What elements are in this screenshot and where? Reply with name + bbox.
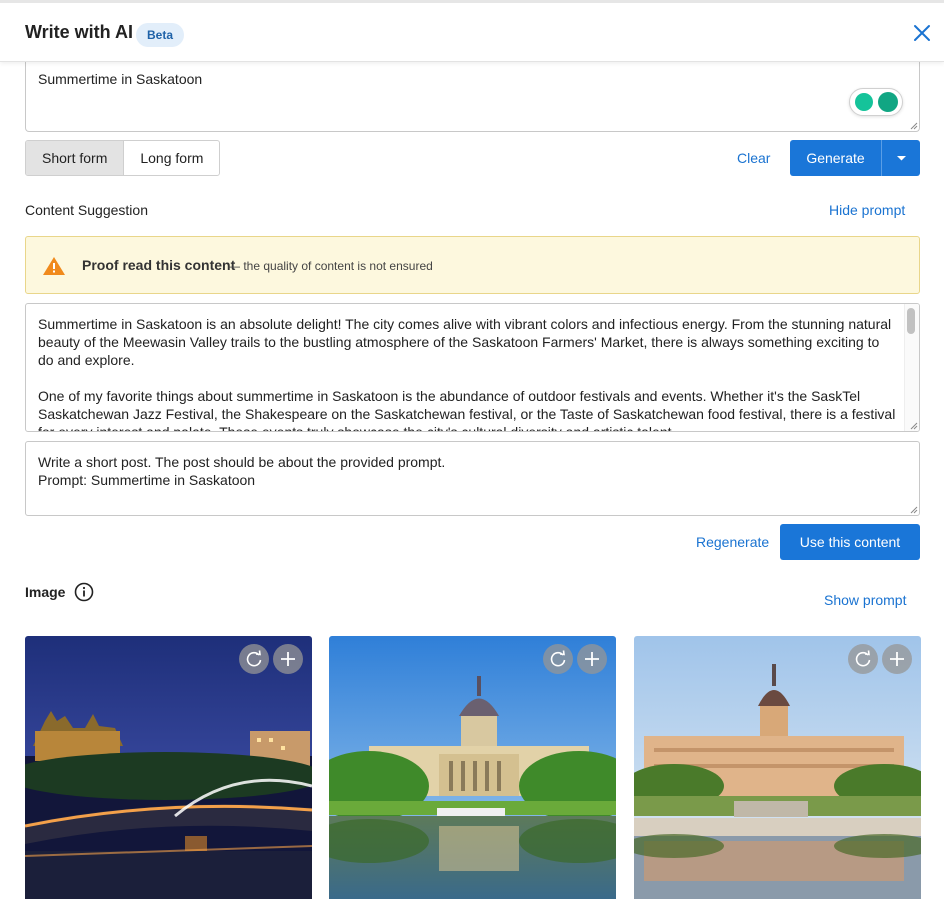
suggestion-text: Summertime in Saskatoon is an absolute d… [38,316,896,432]
close-icon[interactable] [912,23,932,43]
dialog-title: Write with AI [25,22,133,42]
refresh-icon[interactable] [848,644,878,674]
image-heading: Image [25,584,66,600]
hide-prompt-link[interactable]: Hide prompt [829,202,905,218]
clear-button[interactable]: Clear [737,150,770,166]
content-suggestion-textarea[interactable]: Summertime in Saskatoon is an absolute d… [25,303,920,432]
topic-input[interactable]: Summertime in Saskatoon [25,62,920,132]
resize-handle-icon[interactable] [910,506,918,514]
dialog-header: Write with AI Beta [0,0,944,62]
short-form-option[interactable]: Short form [26,141,125,175]
plus-icon[interactable] [273,644,303,674]
generate-button[interactable]: Generate [790,140,882,176]
image-thumbnail-night-bridge[interactable] [25,636,312,899]
regenerate-button[interactable]: Regenerate [696,534,769,550]
alert-message: — the quality of content is not ensured [228,259,433,273]
content-suggestion-heading: Content Suggestion [25,202,148,218]
alert-title: Proof read this content [82,257,236,273]
grammarly-icon[interactable] [849,88,903,116]
beta-badge: Beta [136,23,185,47]
scrollbar[interactable] [904,304,919,431]
resize-handle-icon[interactable] [910,422,918,430]
form-length-toggle: Short form Long form [25,140,221,176]
info-icon[interactable] [74,582,94,602]
refresh-icon[interactable] [239,644,269,674]
use-this-content-button[interactable]: Use this content [780,524,920,560]
resize-handle-icon[interactable] [910,122,918,130]
proofread-alert: Proof read this content — the quality of… [25,236,920,294]
show-prompt-link[interactable]: Show prompt [824,592,906,608]
image-thumbnail-legislative-blue-sky[interactable] [329,636,616,899]
plus-icon[interactable] [882,644,912,674]
warning-icon [43,257,65,275]
generate-split-button: Generate [790,140,920,176]
refresh-icon[interactable] [543,644,573,674]
chevron-down-icon[interactable] [883,140,920,176]
long-form-option[interactable]: Long form [124,141,219,175]
scrollbar-thumb[interactable] [907,308,915,334]
plus-icon[interactable] [577,644,607,674]
image-thumbnail-legislative-sunset[interactable] [634,636,921,899]
prompt-textarea[interactable]: Write a short post. The post should be a… [25,441,920,516]
